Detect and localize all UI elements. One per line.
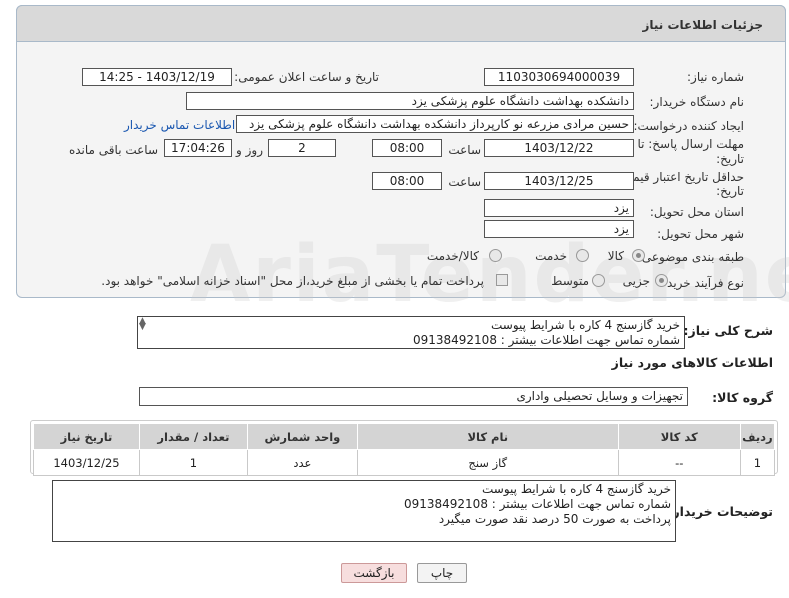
category-radio-goods-service[interactable] bbox=[489, 249, 502, 262]
category-option-goods: کالا bbox=[607, 249, 624, 263]
reply-date-field[interactable]: 1403/12/22 bbox=[484, 139, 634, 157]
process-type-label: نوع فرآیند خرید : bbox=[659, 276, 744, 290]
buyer-notes-line-1: خرید گازسنج 4 کاره با شرایط پیوست bbox=[482, 482, 671, 496]
price-time-label: ساعت bbox=[448, 175, 481, 189]
process-radio-minor[interactable] bbox=[655, 274, 668, 287]
process-option-medium: متوسط bbox=[551, 274, 589, 288]
col-header-code: کد کالا bbox=[617, 423, 741, 450]
treasury-payment-checkbox[interactable] bbox=[496, 274, 508, 286]
page-title: جزئیات اطلاعات نیاز bbox=[642, 18, 763, 32]
col-header-need-date: تاریخ نیاز bbox=[33, 423, 140, 450]
category-option-service: خدمت bbox=[535, 249, 567, 263]
general-description-textarea[interactable]: خرید گازسنج 4 کاره با شرایط پیوست شماره … bbox=[137, 316, 685, 349]
treasury-payment-note: پرداخت تمام یا بخشی از مبلغ خرید،از محل … bbox=[101, 274, 484, 288]
back-button[interactable]: بازگشت bbox=[341, 563, 407, 583]
goods-group-field[interactable]: تجهیزات و وسایل تحصیلی واداری bbox=[139, 387, 688, 406]
cell-row: 1 bbox=[739, 449, 776, 476]
city-label: شهر محل تحویل: bbox=[657, 227, 744, 241]
process-option-minor: جزیی bbox=[622, 274, 650, 288]
cell-code: -- bbox=[617, 449, 741, 476]
buyer-notes-label: توضیحات خریدار: bbox=[667, 504, 773, 519]
province-label: استان محل تحویل: bbox=[649, 205, 744, 219]
category-label: طبقه بندی موضوعی: bbox=[637, 250, 744, 264]
scroll-arrows-icon[interactable]: ▲ ▼ bbox=[139, 317, 151, 332]
creator-label: ایجاد کننده درخواست: bbox=[633, 119, 744, 133]
buyer-notes-line-3: پرداخت به صورت 50 درصد نقد صورت میگیرد bbox=[438, 512, 671, 526]
buyer-org-field[interactable]: دانشکده بهداشت دانشگاه علوم پزشکی یزد bbox=[186, 92, 634, 110]
cell-quantity: 1 bbox=[138, 449, 248, 476]
reply-time-label: ساعت bbox=[448, 143, 481, 157]
process-radio-medium[interactable] bbox=[592, 274, 605, 287]
announce-label: تاریخ و ساعت اعلان عمومی: bbox=[234, 70, 379, 84]
category-radio-service[interactable] bbox=[576, 249, 589, 262]
category-radio-goods[interactable] bbox=[632, 249, 645, 262]
creator-field[interactable]: حسین مرادی مزرعه نو کارپرداز دانشکده بهد… bbox=[236, 115, 634, 133]
category-option-goods-service: کالا/خدمت bbox=[426, 249, 479, 263]
print-button[interactable]: چاپ bbox=[417, 563, 467, 583]
buyer-org-label: نام دستگاه خریدار: bbox=[649, 95, 745, 109]
col-header-name: نام کالا bbox=[356, 423, 619, 450]
announce-datetime-field[interactable]: 1403/12/19 - 14:25 bbox=[82, 68, 232, 86]
price-validity-time-field[interactable]: 08:00 bbox=[372, 172, 442, 190]
time-remaining-label: ساعت باقی مانده bbox=[68, 143, 158, 157]
goods-group-label: گروه کالا: bbox=[712, 390, 773, 405]
col-header-quantity: تعداد / مقدار bbox=[138, 423, 248, 450]
col-header-row: ردیف bbox=[739, 423, 776, 450]
items-table: ردیف کد کالا نام کالا واحد شمارش تعداد /… bbox=[33, 423, 776, 476]
reply-time-field[interactable]: 08:00 bbox=[372, 139, 442, 157]
buyer-notes-textarea[interactable]: خرید گازسنج 4 کاره با شرایط پیوست شماره … bbox=[52, 480, 676, 542]
general-description-label: شرح کلی نیاز: bbox=[683, 323, 773, 338]
table-row[interactable]: 1 -- گاز سنج عدد 1 1403/12/25 bbox=[33, 449, 776, 476]
price-validity-label-date: تاریخ: bbox=[716, 184, 744, 198]
reply-deadline-label: مهلت ارسال پاسخ: تا bbox=[637, 137, 744, 151]
need-number-field[interactable]: 1103030694000039 bbox=[484, 68, 634, 86]
province-field[interactable]: یزد bbox=[484, 199, 634, 217]
need-number-label: شماره نیاز: bbox=[687, 70, 744, 84]
goods-info-title: اطلاعات کالاهای مورد نیاز bbox=[611, 355, 773, 370]
reply-deadline-label-date: تاریخ: bbox=[716, 152, 744, 166]
description-line-2: شماره تماس جهت اطلاعات بیشتر : 091384921… bbox=[412, 333, 680, 347]
cell-unit: عدد bbox=[246, 449, 358, 476]
buyer-contact-link[interactable]: اطلاعات تماس خریدار bbox=[124, 118, 235, 132]
cell-need-date: 1403/12/25 bbox=[33, 449, 140, 476]
time-remaining-field[interactable]: 17:04:26 bbox=[164, 139, 232, 157]
days-label: روز و bbox=[236, 143, 263, 157]
buyer-notes-line-2: شماره تماس جهت اطلاعات بیشتر : 091384921… bbox=[403, 497, 671, 511]
col-header-unit: واحد شمارش bbox=[246, 423, 358, 450]
price-validity-date-field[interactable]: 1403/12/25 bbox=[484, 172, 634, 190]
cell-name: گاز سنج bbox=[356, 449, 619, 476]
description-line-1: خرید گازسنج 4 کاره با شرایط پیوست bbox=[491, 318, 680, 332]
days-remaining-field[interactable]: 2 bbox=[268, 139, 336, 157]
city-field[interactable]: یزد bbox=[484, 220, 634, 238]
